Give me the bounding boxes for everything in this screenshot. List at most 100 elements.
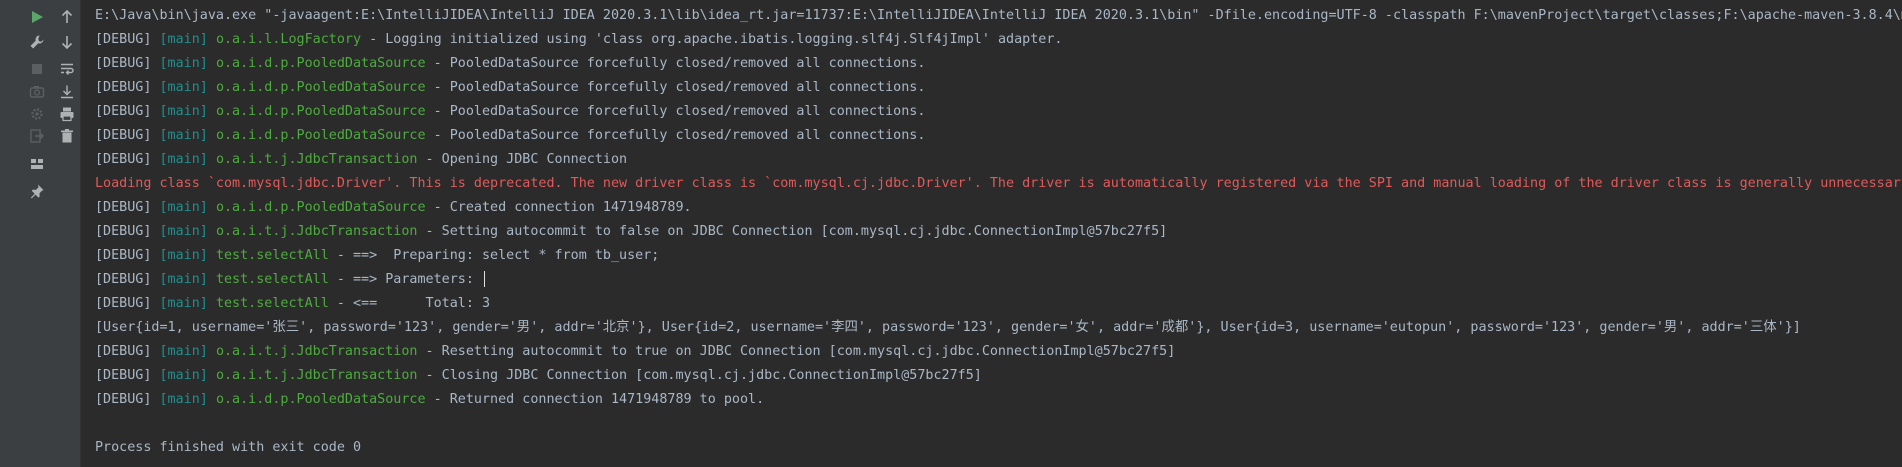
log-level: [DEBUG] — [95, 224, 152, 239]
wrench-icon — [30, 35, 44, 49]
log-thread: [main] — [159, 104, 208, 119]
clear-all-button[interactable] — [55, 124, 79, 148]
log-logger: o.a.i.l.LogFactory — [215, 32, 362, 47]
print-button[interactable] — [55, 102, 79, 126]
log-message: - PooledDataSource forcefully closed/rem… — [425, 80, 926, 95]
scroll-to-end-icon — [61, 85, 73, 99]
log-thread: [main] — [159, 224, 208, 239]
log-message: - Logging initialized using 'class org.a… — [361, 32, 1063, 47]
settings-icon — [31, 108, 43, 120]
output-text: Process finished with exit code 0 — [95, 440, 362, 455]
pin-tab-button[interactable] — [25, 179, 49, 203]
log-thread: [main] — [159, 56, 208, 71]
log-level: [DEBUG] — [95, 272, 152, 287]
log-level: [DEBUG] — [95, 368, 152, 383]
run-toolbar — [0, 0, 81, 467]
output-text: E:\Java\bin\java.exe "-javaagent:E:\Inte… — [95, 8, 1902, 23]
log-level: [DEBUG] — [95, 200, 152, 215]
log-thread: [main] — [159, 200, 208, 215]
log-logger: o.a.i.t.j.JdbcTransaction — [215, 368, 418, 383]
camera-icon — [29, 86, 45, 98]
log-level: [DEBUG] — [95, 344, 152, 359]
error-line: Loading class `com.mysql.jdbc.Driver'. T… — [81, 172, 1902, 196]
next-occurrence-button[interactable] — [55, 30, 79, 54]
log-level: [DEBUG] — [95, 296, 152, 311]
rerun-button[interactable] — [25, 5, 49, 29]
log-message: - Setting autocommit to false on JDBC Co… — [417, 224, 1168, 239]
log-message: - <== Total: 3 — [328, 296, 491, 311]
log-line: [DEBUG] [main] o.a.i.t.j.JdbcTransaction… — [81, 340, 1902, 364]
log-thread: [main] — [159, 32, 208, 47]
log-line: [DEBUG] [main] o.a.i.t.j.JdbcTransaction… — [81, 148, 1902, 172]
log-logger: test.selectAll — [215, 272, 329, 287]
output-line: [User{id=1, username='张三', password='123… — [81, 316, 1902, 340]
log-logger: o.a.i.d.p.PooledDataSource — [215, 128, 426, 143]
arrow-up-icon — [61, 9, 73, 23]
log-thread: [main] — [159, 344, 208, 359]
log-line: [DEBUG] [main] o.a.i.d.p.PooledDataSourc… — [81, 100, 1902, 124]
log-logger: test.selectAll — [215, 248, 329, 263]
log-level: [DEBUG] — [95, 104, 152, 119]
log-line: [DEBUG] [main] o.a.i.d.p.PooledDataSourc… — [81, 196, 1902, 220]
log-message: - ==> Preparing: select * from tb_user; — [328, 248, 660, 263]
log-level: [DEBUG] — [95, 392, 152, 407]
log-line: [DEBUG] [main] o.a.i.l.LogFactory - Logg… — [81, 28, 1902, 52]
log-level: [DEBUG] — [95, 56, 152, 71]
log-thread: [main] — [159, 152, 208, 167]
trash-icon — [61, 129, 73, 143]
layout-icon — [31, 159, 43, 169]
log-message: - PooledDataSource forcefully closed/rem… — [425, 128, 926, 143]
dump-threads-button[interactable] — [25, 80, 49, 104]
error-text: Loading class `com.mysql.jdbc.Driver'. T… — [95, 176, 1902, 191]
arrow-down-icon — [61, 36, 73, 50]
soft-wrap-icon — [61, 63, 74, 75]
log-logger: o.a.i.d.p.PooledDataSource — [215, 392, 426, 407]
log-line: [DEBUG] [main] o.a.i.d.p.PooledDataSourc… — [81, 388, 1902, 412]
run-tool-window: E:\Java\bin\java.exe "-javaagent:E:\Inte… — [0, 0, 1902, 467]
rerun-icon — [32, 11, 43, 23]
log-thread: [main] — [159, 128, 208, 143]
log-logger: o.a.i.d.p.PooledDataSource — [215, 200, 426, 215]
log-line: [DEBUG] [main] test.selectAll - ==> Para… — [81, 268, 1902, 292]
log-message: - ==> Parameters: — [328, 272, 482, 287]
log-line: [DEBUG] [main] test.selectAll - <== Tota… — [81, 292, 1902, 316]
log-line: [DEBUG] [main] o.a.i.d.p.PooledDataSourc… — [81, 124, 1902, 148]
log-thread: [main] — [159, 248, 208, 263]
scroll-to-end-button[interactable] — [55, 80, 79, 104]
settings-button[interactable] — [25, 102, 49, 126]
log-level: [DEBUG] — [95, 128, 152, 143]
log-level: [DEBUG] — [95, 152, 152, 167]
pin-icon — [30, 184, 44, 199]
log-logger: o.a.i.t.j.JdbcTransaction — [215, 344, 418, 359]
stop-icon — [32, 64, 42, 74]
print-icon — [60, 107, 74, 122]
log-message: - PooledDataSource forcefully closed/rem… — [425, 104, 926, 119]
log-thread: [main] — [159, 392, 208, 407]
soft-wrap-button[interactable] — [55, 57, 79, 81]
log-logger: o.a.i.d.p.PooledDataSource — [215, 104, 426, 119]
log-logger: o.a.i.t.j.JdbcTransaction — [215, 224, 418, 239]
log-message: - PooledDataSource forcefully closed/rem… — [425, 56, 926, 71]
log-logger: o.a.i.t.j.JdbcTransaction — [215, 152, 418, 167]
log-line: [DEBUG] [main] o.a.i.t.j.JdbcTransaction… — [81, 364, 1902, 388]
log-level: [DEBUG] — [95, 80, 152, 95]
log-level: [DEBUG] — [95, 248, 152, 263]
log-line: [DEBUG] [main] test.selectAll - ==> Prep… — [81, 244, 1902, 268]
log-message: - Returned connection 1471948789 to pool… — [425, 392, 765, 407]
log-level: [DEBUG] — [95, 32, 152, 47]
log-logger: test.selectAll — [215, 296, 329, 311]
log-thread: [main] — [159, 80, 208, 95]
console-output[interactable]: E:\Java\bin\java.exe "-javaagent:E:\Inte… — [81, 0, 1902, 467]
log-line: [DEBUG] [main] o.a.i.d.p.PooledDataSourc… — [81, 76, 1902, 100]
modify-run-config-button[interactable] — [25, 30, 49, 54]
text-caret — [484, 271, 485, 287]
restore-layout-button[interactable] — [25, 152, 49, 176]
log-logger: o.a.i.d.p.PooledDataSource — [215, 80, 426, 95]
log-logger: o.a.i.d.p.PooledDataSource — [215, 56, 426, 71]
previous-occurrence-button[interactable] — [55, 5, 79, 29]
stop-button[interactable] — [25, 57, 49, 81]
exit-button[interactable] — [25, 124, 49, 148]
log-thread: [main] — [159, 368, 208, 383]
log-thread: [main] — [159, 296, 208, 311]
